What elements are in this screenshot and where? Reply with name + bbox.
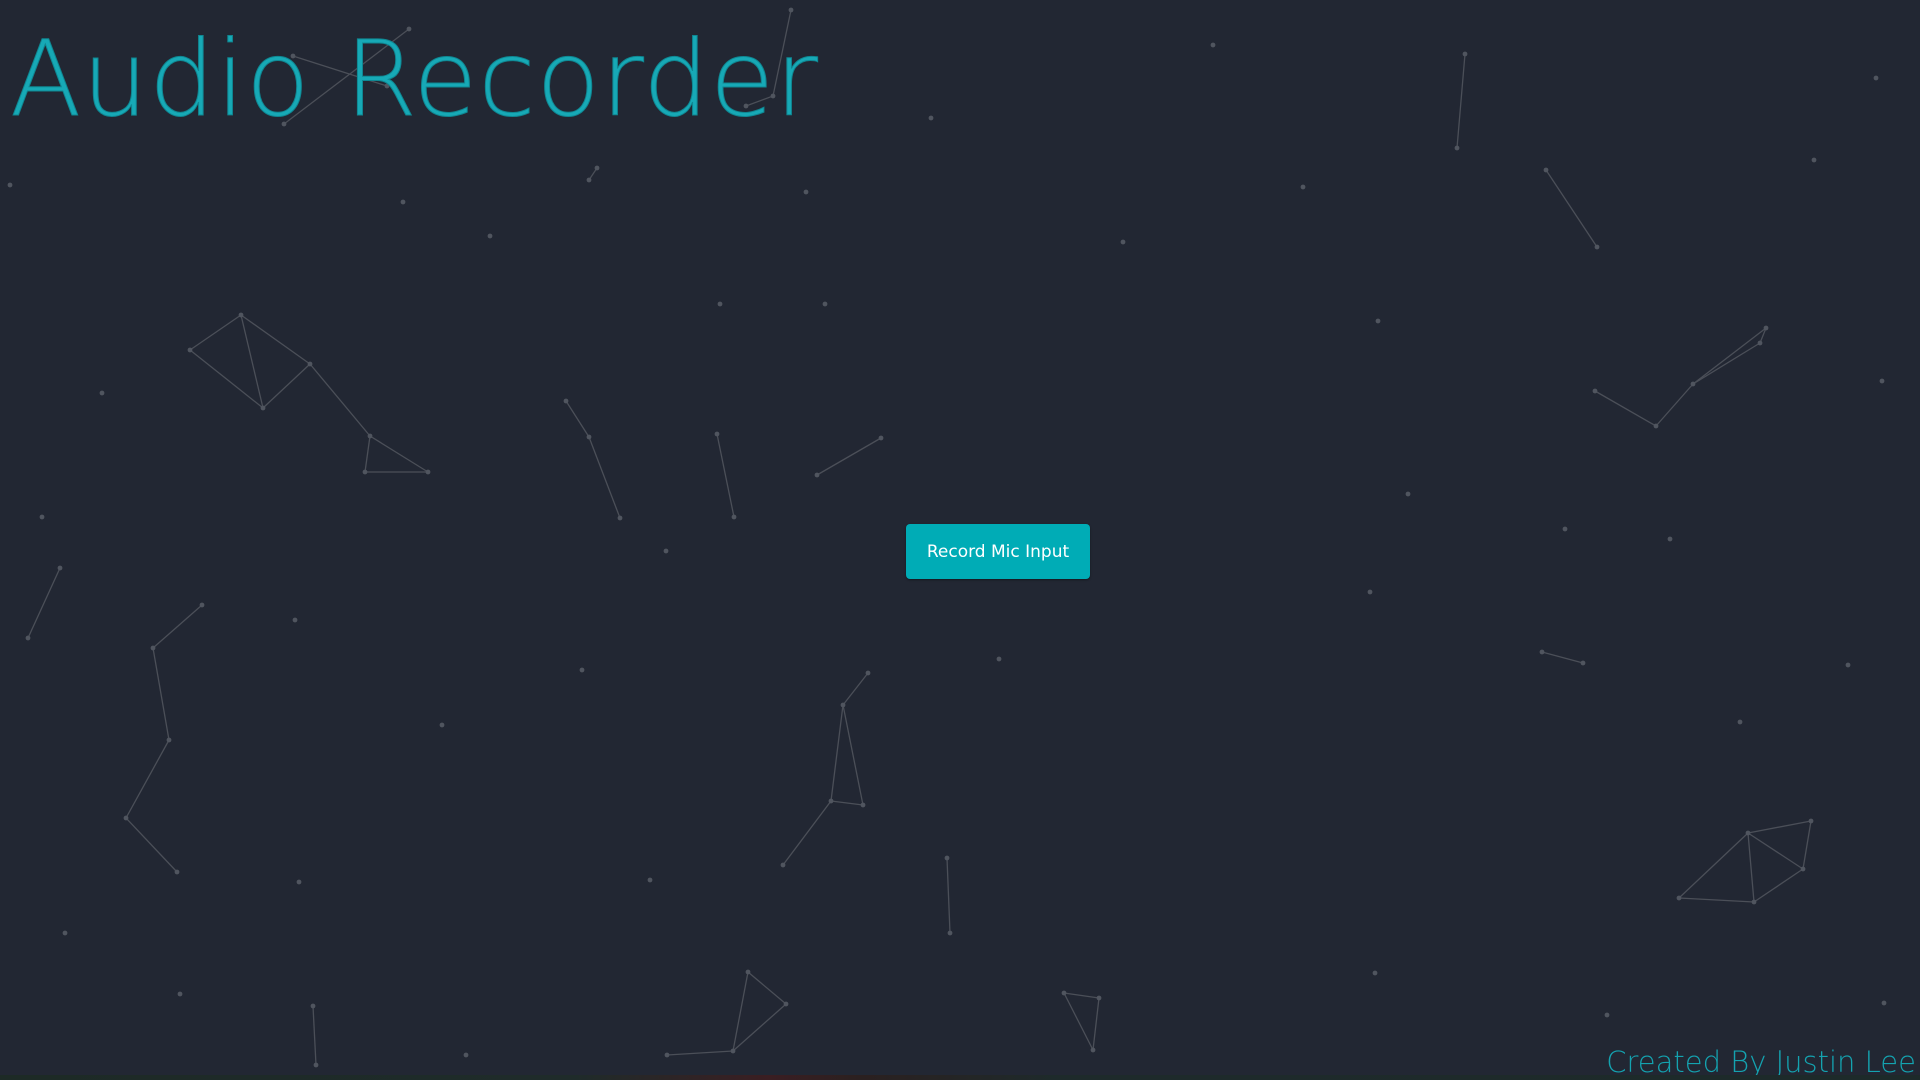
page-title: Audio Recorder bbox=[10, 18, 819, 140]
bottom-strip bbox=[0, 1075, 1920, 1080]
app-canvas: Audio Recorder Record Mic Input Created … bbox=[0, 0, 1920, 1080]
record-mic-button[interactable]: Record Mic Input bbox=[906, 524, 1090, 579]
